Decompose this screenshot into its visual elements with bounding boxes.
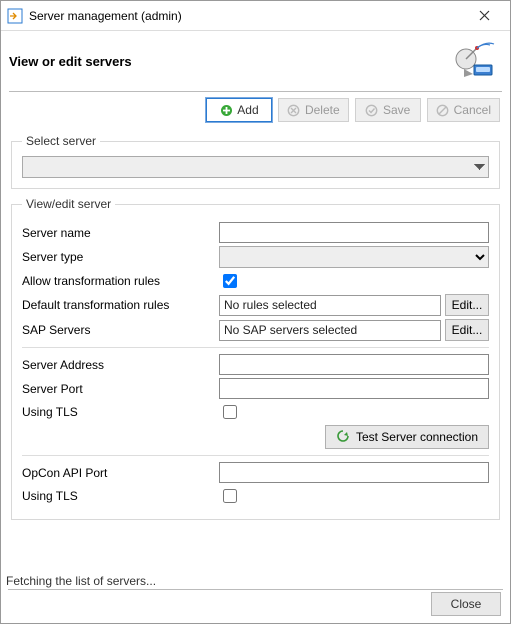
- select-server-legend: Select server: [22, 134, 100, 148]
- opcon-port-label: OpCon API Port: [22, 466, 219, 480]
- save-button-label: Save: [383, 103, 410, 117]
- using-tls-1-label: Using TLS: [22, 405, 219, 419]
- edit-label: Edit...: [452, 323, 483, 337]
- server-address-label: Server Address: [22, 358, 219, 372]
- allow-rules-checkbox[interactable]: [223, 274, 237, 288]
- default-rules-field: [219, 295, 441, 316]
- divider: [22, 455, 489, 456]
- delete-button[interactable]: Delete: [278, 98, 349, 122]
- server-port-input[interactable]: [219, 378, 489, 399]
- close-button[interactable]: Close: [431, 592, 501, 616]
- using-tls-2-label: Using TLS: [22, 489, 219, 503]
- footer: Close: [431, 592, 501, 616]
- plus-icon: [219, 103, 233, 117]
- close-icon[interactable]: [464, 2, 504, 30]
- add-button-label: Add: [237, 103, 258, 117]
- view-edit-group: View/edit server Server name Server type…: [11, 197, 500, 520]
- window-title: Server management (admin): [29, 9, 464, 23]
- status-text: Fetching the list of servers...: [6, 574, 156, 588]
- server-port-label: Server Port: [22, 382, 219, 396]
- divider: [9, 91, 502, 92]
- sap-servers-label: SAP Servers: [22, 323, 219, 337]
- divider: [8, 589, 503, 590]
- select-server-dropdown[interactable]: [22, 156, 489, 178]
- save-icon: [365, 103, 379, 117]
- default-rules-label: Default transformation rules: [22, 298, 219, 312]
- server-type-select[interactable]: [219, 246, 489, 268]
- using-tls-1-checkbox[interactable]: [223, 405, 237, 419]
- toolbar: Add Delete Save Cancel: [1, 96, 510, 130]
- edit-label: Edit...: [452, 298, 483, 312]
- server-type-label: Server type: [22, 250, 219, 264]
- save-button[interactable]: Save: [355, 98, 421, 122]
- view-edit-legend: View/edit server: [22, 197, 115, 211]
- divider: [22, 347, 489, 348]
- cancel-icon: [436, 103, 450, 117]
- page-title: View or edit servers: [9, 54, 450, 69]
- default-rules-edit-button[interactable]: Edit...: [445, 294, 489, 316]
- server-address-input[interactable]: [219, 354, 489, 375]
- close-button-label: Close: [451, 597, 482, 611]
- refresh-icon: [336, 429, 350, 446]
- delete-icon: [287, 103, 301, 117]
- cancel-button[interactable]: Cancel: [427, 98, 500, 122]
- opcon-port-input[interactable]: [219, 462, 489, 483]
- header: View or edit servers: [1, 31, 510, 87]
- app-icon: [7, 8, 23, 24]
- delete-button-label: Delete: [305, 103, 340, 117]
- sap-servers-edit-button[interactable]: Edit...: [445, 319, 489, 341]
- select-server-group: Select server: [11, 134, 500, 189]
- server-dish-icon: [450, 41, 498, 81]
- server-name-input[interactable]: [219, 222, 489, 243]
- test-connection-label: Test Server connection: [356, 430, 478, 444]
- server-name-label: Server name: [22, 226, 219, 240]
- test-connection-button[interactable]: Test Server connection: [325, 425, 489, 449]
- cancel-button-label: Cancel: [454, 103, 491, 117]
- using-tls-2-checkbox[interactable]: [223, 489, 237, 503]
- titlebar: Server management (admin): [1, 1, 510, 31]
- sap-servers-field: [219, 320, 441, 341]
- add-button[interactable]: Add: [206, 98, 272, 122]
- allow-rules-label: Allow transformation rules: [22, 274, 219, 288]
